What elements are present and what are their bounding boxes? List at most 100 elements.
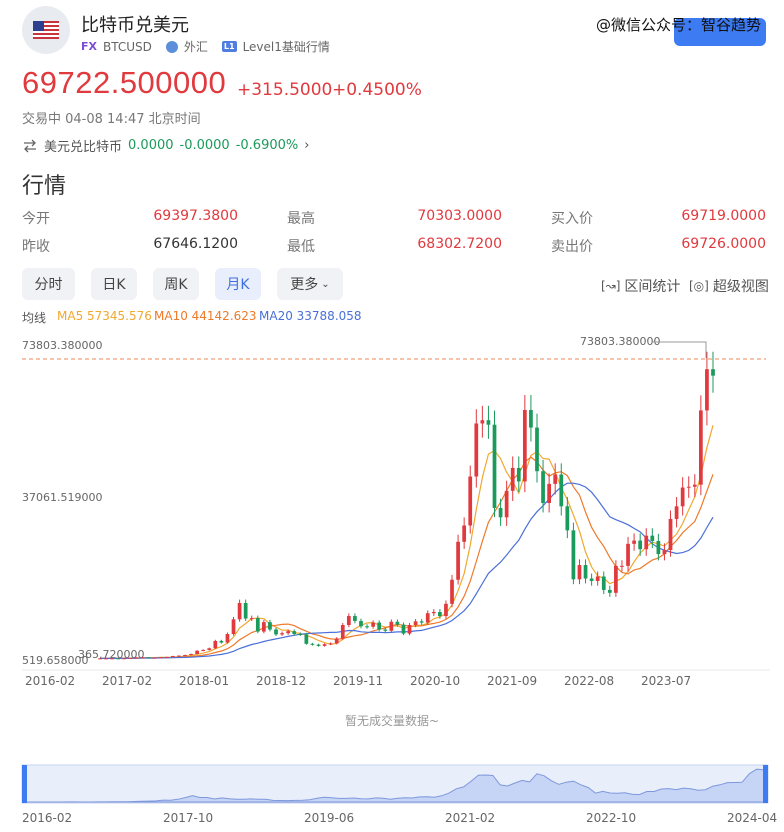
candle-body (480, 420, 485, 424)
candle-body (110, 658, 115, 660)
range-stats-button[interactable]: [↝] 区间统计 (601, 276, 680, 296)
candle-body (353, 616, 357, 621)
candle-body (668, 518, 673, 550)
tab-more[interactable]: 更多 ⌄ (277, 268, 343, 300)
candle-body (413, 621, 418, 626)
quote-level-label: Level1基础行情 (242, 40, 330, 54)
candle-body (98, 658, 102, 660)
prev-close-label: 昨收 (22, 239, 50, 255)
price-change-pct: +0.4500% (332, 80, 422, 100)
y-tick-label: 73803.380000 (22, 339, 102, 352)
reverse-pair-link[interactable]: 美元兑比特币 0.0000 -0.0000 -0.6900% › (22, 136, 309, 155)
range-stats-label: 区间统计 (624, 279, 681, 295)
candle-body (444, 603, 448, 617)
candle-body (122, 658, 127, 660)
navigator-tick-label: 2024-04 (727, 811, 777, 825)
candle-body (183, 655, 187, 657)
super-view-button[interactable]: [◎] 超级视图 (689, 276, 769, 296)
reverse-change: -0.0000 (179, 138, 230, 153)
x-tick-label: 2023-07 (641, 674, 691, 688)
navigator-tick-label: 2021-02 (445, 811, 495, 825)
x-tick-label: 2021-09 (487, 674, 537, 688)
candle-body (152, 657, 157, 659)
prev-close-value: 67646.1200 (153, 236, 238, 252)
candlestick-chart[interactable]: 73803.38000037061.519000519.65800073803.… (0, 330, 784, 695)
candle-body (340, 625, 345, 639)
candle-body (262, 622, 266, 632)
candle-body (504, 490, 509, 518)
candle-body (310, 643, 315, 645)
market-label: 外汇 (183, 40, 208, 54)
currency-logo (22, 6, 70, 54)
candle-body (322, 644, 327, 646)
candle-body (565, 506, 570, 531)
candle-body (298, 634, 303, 636)
candle-body (626, 543, 630, 566)
candle-body (237, 602, 242, 620)
range-icon: [↝] (601, 279, 621, 293)
l1-badge: L1 (221, 41, 237, 52)
candle-body (255, 618, 260, 632)
max-annotation: 73803.380000 (580, 335, 660, 348)
focus-icon: [◎] (689, 279, 709, 293)
candle-body (425, 613, 430, 623)
candle-body (371, 622, 375, 627)
candle-body (662, 549, 667, 555)
tab-monthly-k[interactable]: 月K (215, 268, 261, 300)
candle-body (698, 410, 703, 485)
tab-daily-k[interactable]: 日K (91, 268, 137, 300)
candle-body (201, 649, 206, 651)
candle-body (189, 654, 193, 656)
candle-body (407, 625, 412, 634)
open-label: 今开 (22, 211, 50, 227)
candle-body (195, 650, 199, 655)
navigator-left-handle[interactable] (22, 765, 27, 803)
candle-body (249, 618, 254, 620)
candle-body (456, 541, 460, 580)
x-tick-label: 2018-01 (179, 674, 229, 688)
high-label: 最高 (287, 211, 315, 227)
candle-body (692, 484, 697, 487)
candle-body (292, 631, 297, 635)
candle-body (243, 602, 248, 619)
candle-body (164, 656, 169, 658)
range-navigator[interactable]: 2016-02 2017-10 2019-06 2021-02 2022-10 2024-… (0, 760, 784, 832)
swap-icon (24, 139, 36, 152)
candle-body (620, 565, 624, 567)
watermark: @微信公众号：智谷趋势 (596, 16, 762, 34)
candle-body (158, 657, 163, 659)
ask-value: 69726.0000 (681, 236, 766, 252)
last-price: 69722.500000 (22, 65, 227, 100)
candle-body (213, 640, 218, 649)
ma5-line (100, 425, 714, 659)
candle-body (498, 507, 503, 518)
ask-label: 卖出价 (551, 239, 593, 255)
candle-body (170, 656, 175, 658)
tab-weekly-k[interactable]: 周K (153, 268, 199, 300)
candle-body (286, 631, 291, 634)
candle-body (268, 622, 272, 630)
candle-body (656, 540, 661, 555)
candle-body (577, 565, 582, 580)
candle-body (632, 540, 636, 544)
navigator-tick-label: 2019-06 (304, 811, 354, 825)
candle-body (419, 621, 424, 623)
navigator-tick-label: 2022-10 (586, 811, 636, 825)
ma-label: 均线 (22, 311, 47, 325)
tab-intraday[interactable]: 分时 (22, 268, 75, 300)
candle-body (614, 565, 618, 593)
candle-body (674, 506, 679, 519)
candle-body (389, 621, 394, 631)
candle-body (328, 643, 333, 645)
navigator-right-handle[interactable] (763, 765, 768, 803)
candle-body (316, 644, 321, 646)
candle-body (225, 634, 230, 643)
low-value: 68302.7200 (417, 236, 502, 252)
reverse-price: 0.0000 (128, 138, 174, 153)
chevron-right-icon: › (304, 138, 310, 153)
candle-body (644, 535, 649, 550)
candle-body (431, 611, 436, 614)
super-view-label: 超级视图 (712, 279, 769, 295)
candle-body (595, 576, 600, 581)
candle-body (601, 576, 606, 590)
